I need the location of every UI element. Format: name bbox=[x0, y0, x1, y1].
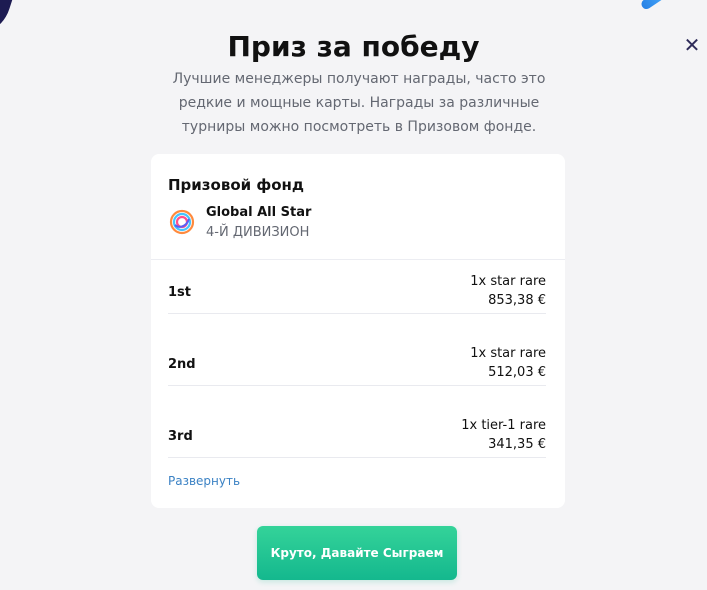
prize-pool-header: Призовой фонд Global All Star 4-Й ДИВИЗИ… bbox=[151, 154, 565, 260]
prize-row-divider bbox=[168, 385, 546, 386]
top-left-decoration bbox=[0, 0, 17, 31]
tournament-logo-icon bbox=[168, 208, 196, 236]
prize-row-divider bbox=[168, 313, 546, 314]
prize-reward: 1x tier-1 rare 341,35 € bbox=[461, 416, 546, 454]
prize-row-3rd: 3rd 1x tier-1 rare 341,35 € bbox=[168, 404, 546, 475]
prize-reward-amount: 341,35 € bbox=[488, 437, 546, 452]
prize-reward-name: 1x star rare bbox=[470, 346, 546, 361]
prize-reward: 1x star rare 853,38 € bbox=[470, 272, 546, 310]
tournament-division: 4-Й ДИВИЗИОН bbox=[206, 225, 310, 240]
prize-place: 1st bbox=[168, 285, 191, 300]
expand-link[interactable]: Развернуть bbox=[168, 474, 240, 488]
modal-title: Приз за победу bbox=[227, 30, 480, 63]
prize-row-1st: 1st 1x star rare 853,38 € bbox=[168, 260, 546, 331]
prize-pool-title: Призовой фонд bbox=[168, 176, 305, 194]
tournament-name: Global All Star bbox=[206, 205, 312, 220]
prize-row-divider bbox=[168, 457, 546, 458]
prize-reward-name: 1x tier-1 rare bbox=[461, 418, 546, 433]
top-right-decoration bbox=[639, 0, 669, 11]
prize-reward-amount: 853,38 € bbox=[488, 293, 546, 308]
prize-reward-name: 1x star rare bbox=[470, 274, 546, 289]
lets-play-button[interactable]: Круто, Давайте Сыграем bbox=[257, 526, 457, 580]
prize-reward-amount: 512,03 € bbox=[488, 365, 546, 380]
prize-place: 3rd bbox=[168, 429, 193, 444]
prize-pool-card: Призовой фонд Global All Star 4-Й ДИВИЗИ… bbox=[151, 154, 565, 508]
prize-reward: 1x star rare 512,03 € bbox=[470, 344, 546, 382]
prize-place: 2nd bbox=[168, 357, 196, 372]
prize-row-2nd: 2nd 1x star rare 512,03 € bbox=[168, 332, 546, 403]
modal-description: Лучшие менеджеры получают награды, часто… bbox=[172, 71, 546, 135]
